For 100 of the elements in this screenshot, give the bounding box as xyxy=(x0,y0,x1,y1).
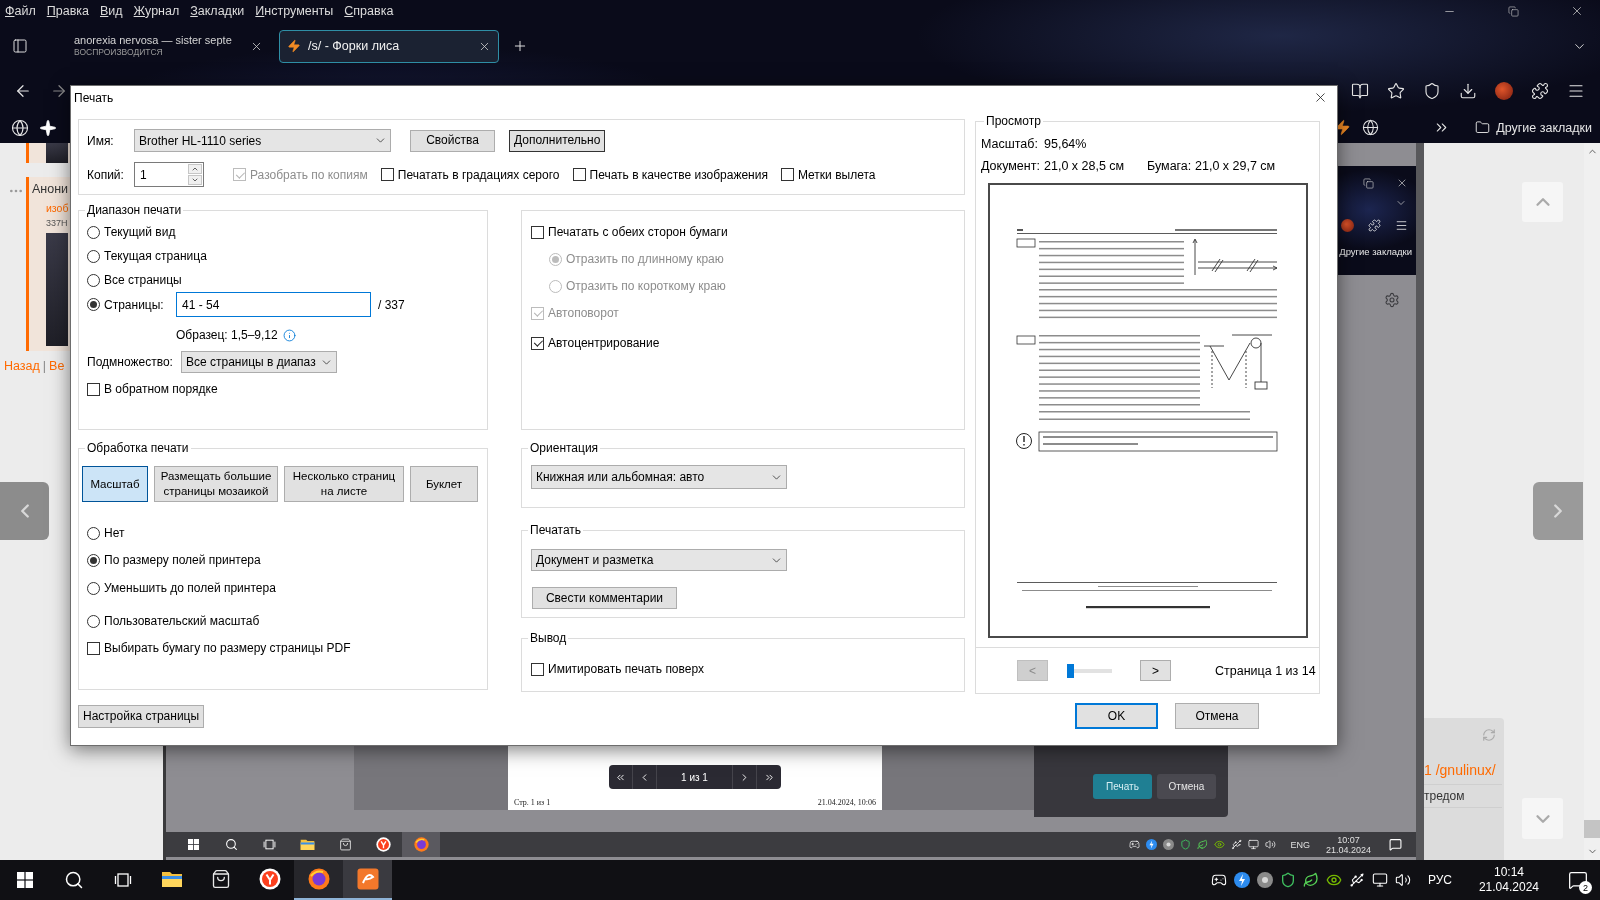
sparkle-icon[interactable] xyxy=(39,118,57,137)
radio-button[interactable] xyxy=(87,553,100,567)
checkbox-label[interactable]: Выбирать бумагу по размеру страницы PDF xyxy=(104,641,351,655)
task-view-icon[interactable] xyxy=(113,871,132,889)
tab[interactable]: /s/ - Форки лиса xyxy=(279,29,499,63)
shield-icon[interactable] xyxy=(1423,82,1441,100)
checkbox-label[interactable]: Печать в качестве изображения xyxy=(589,167,768,182)
printer-dropdown[interactable]: Brother HL-1110 series xyxy=(134,129,391,152)
speaker-icon[interactable] xyxy=(1394,872,1411,888)
radio-label[interactable]: Нет xyxy=(104,526,125,540)
download-icon[interactable] xyxy=(1459,82,1477,100)
menu-item[interactable]: Справка xyxy=(344,4,394,18)
dialog-button[interactable]: Свести комментарии xyxy=(532,587,677,609)
checkbox-label[interactable]: Имитировать печать поверх xyxy=(548,662,704,676)
checkbox-label[interactable]: Автоцентрирование xyxy=(548,336,660,350)
thumbnail-image[interactable] xyxy=(46,233,68,346)
subset-dropdown[interactable]: Все страницы в диапаз xyxy=(181,351,337,373)
checkbox-label[interactable]: Метки вылета xyxy=(797,167,876,182)
taskbar-button[interactable] xyxy=(294,860,343,900)
clock[interactable]: 10:14 21.04.2024 xyxy=(1478,865,1539,895)
radio-button[interactable] xyxy=(87,581,100,595)
new-tab-icon[interactable] xyxy=(512,38,528,54)
radio-button[interactable] xyxy=(87,273,100,287)
page-setup-button[interactable]: Настройка страницы xyxy=(78,705,205,728)
globe-icon[interactable] xyxy=(11,118,29,137)
radio-button[interactable] xyxy=(87,526,100,540)
globe-icon[interactable] xyxy=(1362,119,1380,136)
leaf-icon[interactable] xyxy=(1302,872,1319,888)
lightning-icon[interactable] xyxy=(1233,872,1250,888)
restore-icon[interactable] xyxy=(1507,5,1519,17)
taskbar-button[interactable] xyxy=(343,860,392,900)
checkbox[interactable] xyxy=(531,336,544,350)
windows-logo-icon[interactable] xyxy=(16,872,33,888)
close-icon[interactable] xyxy=(1570,4,1584,18)
menu-item[interactable]: Правка xyxy=(46,4,89,18)
mode-button[interactable]: Буклет xyxy=(410,466,478,502)
checkbox[interactable] xyxy=(780,168,794,181)
usb-icon[interactable] xyxy=(1348,872,1365,888)
checkbox[interactable] xyxy=(531,662,544,676)
checkbox-label[interactable]: В обратном порядке xyxy=(104,382,218,396)
checkbox-label[interactable]: Печатать с обеих сторон бумаги xyxy=(548,225,728,239)
decrement-button[interactable] xyxy=(188,175,202,185)
ring-logo-icon[interactable] xyxy=(307,868,330,890)
radio-button[interactable] xyxy=(87,614,100,628)
radio-button[interactable] xyxy=(87,298,100,311)
menu-item[interactable]: Файл xyxy=(5,4,36,18)
menu-icon[interactable] xyxy=(1567,82,1585,100)
search-icon[interactable] xyxy=(63,870,84,890)
dialog-button[interactable]: Дополнительно xyxy=(509,129,606,152)
app-tile-icon[interactable] xyxy=(356,868,379,890)
radio-label[interactable]: Страницы: xyxy=(104,297,176,312)
shopping-bag-icon[interactable] xyxy=(210,869,231,889)
orientation-dropdown[interactable]: Книжная или альбомная: авто xyxy=(531,465,787,489)
sidebar-icon[interactable] xyxy=(12,38,28,54)
increment-button[interactable] xyxy=(188,164,202,174)
eye-icon[interactable] xyxy=(1325,872,1342,888)
radio-label[interactable]: Текущая страница xyxy=(104,249,207,263)
checkbox[interactable] xyxy=(87,641,100,655)
back-icon[interactable] xyxy=(14,82,32,100)
radio-label[interactable]: Уменьшить до полей принтера xyxy=(104,581,276,595)
forward-icon[interactable] xyxy=(50,82,68,100)
dialog-button[interactable]: Свойства xyxy=(410,129,495,152)
info-icon[interactable] xyxy=(282,328,296,342)
menu-item[interactable]: Инструменты xyxy=(255,4,334,18)
language-indicator[interactable]: РУС xyxy=(1427,873,1452,887)
menu-item[interactable]: Вид xyxy=(100,4,123,18)
cancel-button[interactable]: Отмена xyxy=(1175,703,1259,729)
avatar-icon[interactable] xyxy=(1495,82,1513,100)
radio-button[interactable] xyxy=(87,225,100,239)
disc-icon[interactable] xyxy=(1256,872,1273,888)
star-icon[interactable] xyxy=(1387,82,1405,100)
mode-button[interactable]: Несколько страниц на листе xyxy=(284,466,404,502)
mode-button[interactable]: Масштаб xyxy=(82,466,148,502)
bookmark-folder[interactable]: Другие закладки xyxy=(1475,120,1592,135)
slider-thumb[interactable] xyxy=(1067,663,1074,678)
gamepad-icon[interactable] xyxy=(1210,872,1227,888)
radio-button[interactable] xyxy=(87,249,100,263)
menu-item[interactable]: Журнал xyxy=(133,4,180,18)
shield-icon[interactable] xyxy=(1279,872,1296,888)
checkbox[interactable] xyxy=(572,168,586,181)
menu-item[interactable]: Закладки xyxy=(190,4,245,18)
radio-label[interactable]: По размеру полей принтера xyxy=(104,553,261,567)
radio-label[interactable]: Пользовательский масштаб xyxy=(104,614,260,628)
tab[interactable]: anorexia nervosa — sister septe ВОСПРОИЗВОДИТСЯ xyxy=(66,29,271,63)
next-page-button[interactable]: > xyxy=(1140,660,1171,681)
ok-button[interactable]: OK xyxy=(1075,703,1158,729)
circle-logo-icon[interactable] xyxy=(258,868,281,890)
pages-field[interactable]: 41 - 54 xyxy=(176,292,371,317)
notification-icon[interactable] xyxy=(1568,870,1588,890)
puzzle-icon[interactable] xyxy=(1531,82,1549,100)
content-dropdown[interactable]: Документ и разметка xyxy=(531,549,787,571)
checkbox[interactable] xyxy=(380,168,394,181)
checkbox-label[interactable]: Печатать в градациях серого xyxy=(397,167,560,182)
radio-label[interactable]: Текущий вид xyxy=(104,225,176,239)
checkbox[interactable] xyxy=(531,225,544,239)
checkbox[interactable] xyxy=(87,382,100,396)
mode-button[interactable]: Размещать большие страницы мозаикой xyxy=(154,466,278,502)
copies-field[interactable]: 1 xyxy=(134,162,204,187)
scroll-thumb[interactable] xyxy=(1584,820,1600,838)
monitor-icon[interactable] xyxy=(1371,872,1388,888)
